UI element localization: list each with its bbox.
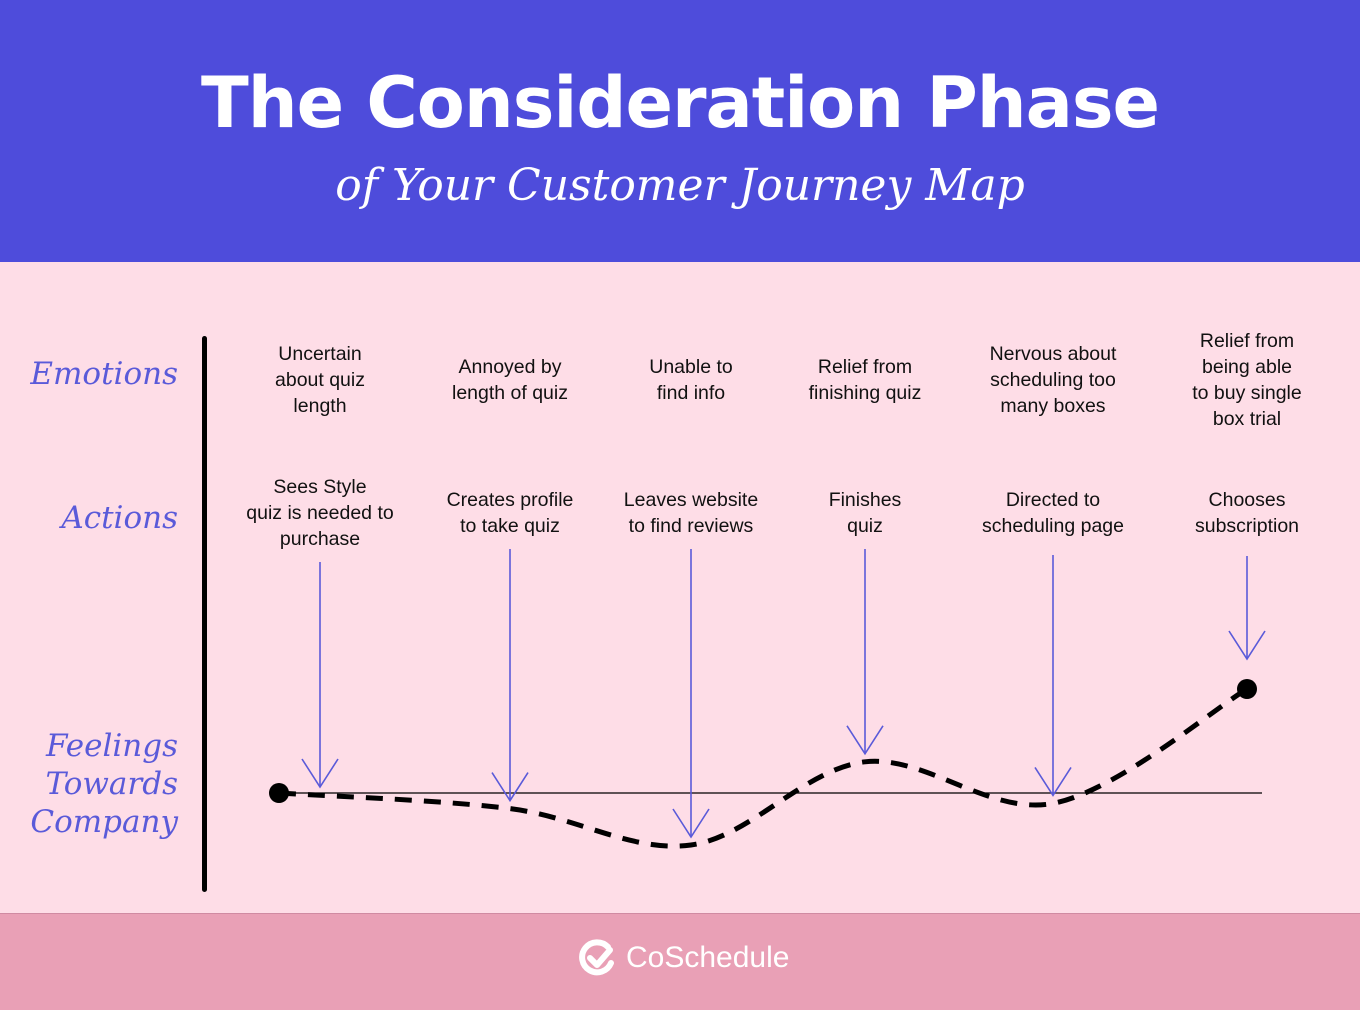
action-arrow [1228, 556, 1266, 661]
feelings-curve-chart [269, 549, 1266, 849]
feelings-curve [278, 686, 1249, 849]
check-circle-icon [579, 939, 614, 976]
brand-name: CoSchedule [626, 941, 790, 974]
action-arrow [301, 562, 339, 789]
action-arrow [846, 549, 884, 756]
action-arrow [672, 549, 710, 839]
brand-logo: CoSchedule [578, 938, 789, 978]
curve-end-point [1237, 679, 1257, 699]
curve-start-point [269, 783, 289, 803]
action-arrow [1034, 555, 1072, 797]
action-arrow [491, 549, 529, 803]
